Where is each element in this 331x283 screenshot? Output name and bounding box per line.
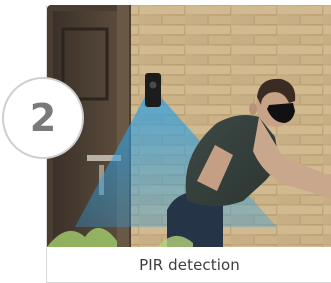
pir-detection-illustration — [47, 5, 331, 247]
step-number: 2 — [29, 96, 57, 140]
step-number-badge: 2 — [2, 77, 84, 159]
doorbell-camera — [145, 73, 161, 107]
feature-caption: PIR detection — [139, 256, 240, 274]
pir-detection-photo — [47, 5, 331, 247]
feature-card: PIR detection — [46, 5, 331, 283]
camera-lens — [149, 81, 157, 89]
